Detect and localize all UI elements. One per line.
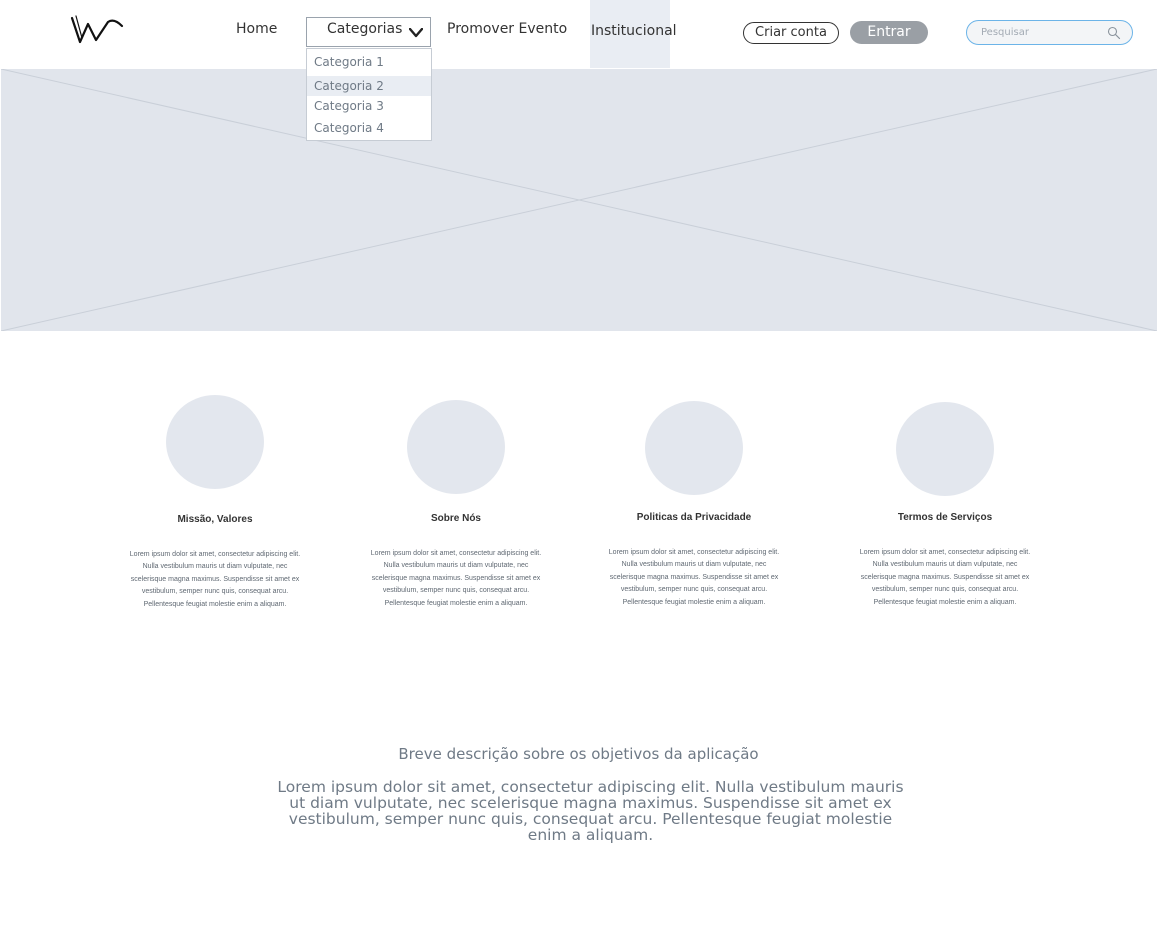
- card-text: Lorem ipsum dolor sit amet, consectetur …: [370, 550, 542, 607]
- logo[interactable]: [70, 14, 126, 50]
- nav-institucional-label: Institucional: [591, 23, 677, 39]
- chevron-down-icon: [409, 28, 423, 38]
- card-missao: Missão, Valores Lorem ipsum dolor sit am…: [115, 395, 315, 608]
- nav-home[interactable]: Home: [236, 21, 277, 37]
- card-image-placeholder: [645, 401, 743, 495]
- card-title: Politicas da Privacidade: [636, 512, 752, 523]
- hero-image-placeholder: [1, 69, 1157, 331]
- card-termos: Termos de Serviços Lorem ipsum dolor sit…: [845, 402, 1045, 606]
- nav-promover-evento[interactable]: Promover Evento: [447, 21, 567, 37]
- top-navbar: Home Categorias Promover Evento Instituc…: [0, 0, 1157, 68]
- card-title: Missão, Valores: [177, 514, 253, 525]
- categorias-label: Categorias: [327, 21, 403, 37]
- about-title: Breve descrição sobre os objetivos da ap…: [398, 745, 759, 763]
- menu-item-categoria-1[interactable]: Categoria 1: [307, 52, 431, 72]
- menu-item-categoria-4[interactable]: Categoria 4: [307, 118, 431, 138]
- entrar-button[interactable]: Entrar: [850, 21, 928, 44]
- card-text: Lorem ipsum dolor sit amet, consectetur …: [608, 549, 780, 606]
- menu-item-categoria-3[interactable]: Categoria 3: [307, 96, 431, 116]
- search-input[interactable]: [981, 25, 1101, 40]
- card-politicas: Politicas da Privacidade Lorem ipsum dol…: [594, 401, 794, 606]
- placeholder-cross: [1, 69, 1157, 331]
- criar-conta-button[interactable]: Criar conta: [743, 22, 839, 44]
- card-text: Lorem ipsum dolor sit amet, consectetur …: [129, 551, 301, 608]
- nav-institucional[interactable]: Institucional: [590, 0, 677, 68]
- card-image-placeholder: [896, 402, 994, 496]
- categorias-menu: Categoria 1 Categoria 2 Categoria 3 Cate…: [306, 48, 432, 141]
- about-text: Lorem ipsum dolor sit amet, consectetur …: [277, 778, 904, 844]
- search-icon[interactable]: [1107, 26, 1121, 40]
- card-text: Lorem ipsum dolor sit amet, consectetur …: [859, 549, 1031, 606]
- card-sobre-nos: Sobre Nós Lorem ipsum dolor sit amet, co…: [356, 400, 556, 607]
- card-title: Sobre Nós: [430, 513, 481, 524]
- card-image-placeholder: [407, 400, 505, 494]
- card-image-placeholder: [166, 395, 264, 489]
- card-title: Termos de Serviços: [897, 512, 993, 523]
- menu-item-categoria-2[interactable]: Categoria 2: [307, 76, 431, 96]
- categorias-dropdown[interactable]: Categorias: [306, 17, 431, 47]
- search-box: [966, 20, 1133, 45]
